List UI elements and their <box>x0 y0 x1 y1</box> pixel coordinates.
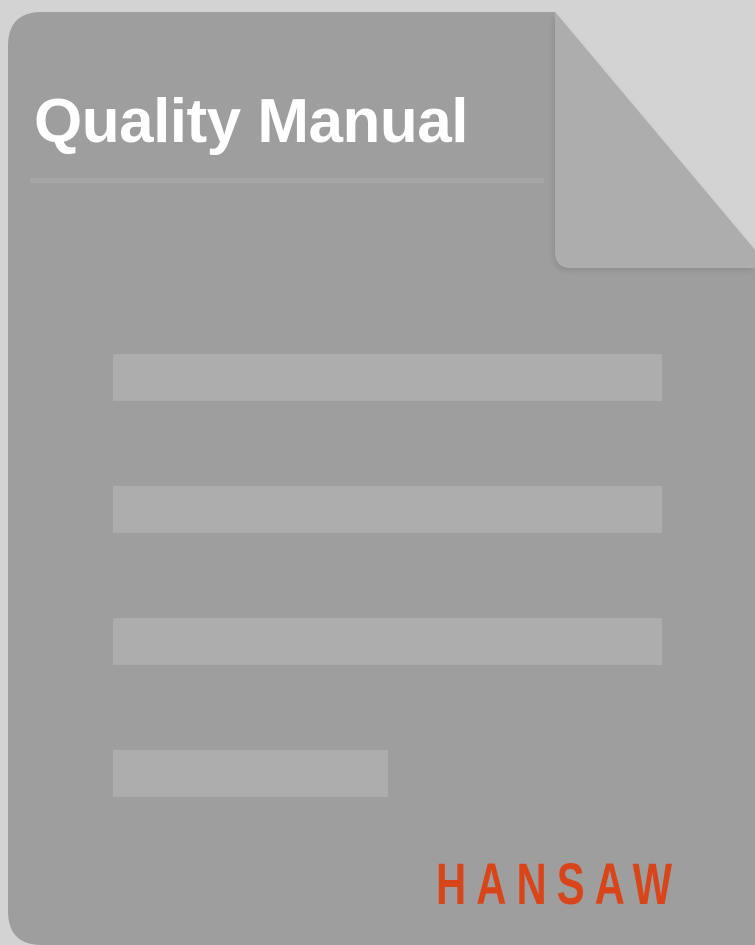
folded-corner-icon <box>555 12 755 268</box>
placeholder-text-line <box>113 354 662 401</box>
document-cover: Quality Manual HANSAW <box>0 0 755 945</box>
title-divider <box>30 178 544 183</box>
placeholder-text-line <box>113 486 662 533</box>
brand-logo: HANSAW <box>436 852 683 917</box>
placeholder-text-line <box>113 618 662 665</box>
document-title: Quality Manual <box>34 87 468 156</box>
placeholder-text-line <box>113 750 388 797</box>
